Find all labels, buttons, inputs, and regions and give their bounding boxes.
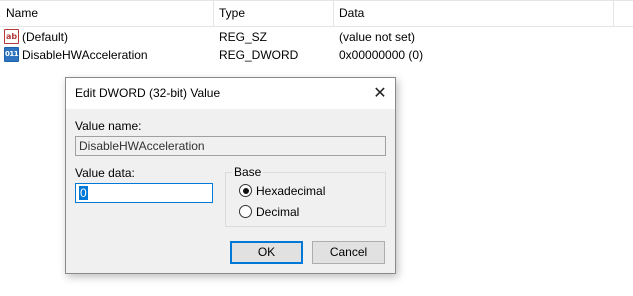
value-data-label: Value data: xyxy=(75,166,135,180)
column-header-name[interactable]: Name xyxy=(0,1,213,26)
close-icon[interactable]: ✕ xyxy=(365,78,395,109)
list-row-disablehwacceleration[interactable]: 011 DisableHWAcceleration REG_DWORD 0x00… xyxy=(0,46,633,64)
edit-dword-dialog: Edit DWORD (32-bit) Value ✕ Value name: … xyxy=(65,77,396,274)
row-type: REG_SZ xyxy=(219,30,268,44)
column-header-data[interactable]: Data xyxy=(333,1,613,26)
row-name: (Default) xyxy=(22,30,69,44)
list-header: Name Type Data xyxy=(0,0,633,27)
radio-checked-icon xyxy=(239,184,252,197)
value-name-field: DisableHWAcceleration xyxy=(75,136,386,156)
dialog-titlebar[interactable]: Edit DWORD (32-bit) Value ✕ xyxy=(66,78,395,109)
value-data-text: 0 xyxy=(79,186,88,200)
row-type: REG_DWORD xyxy=(219,48,299,62)
ok-button[interactable]: OK xyxy=(230,241,303,264)
dialog-title: Edit DWORD (32-bit) Value xyxy=(75,86,221,100)
dword-value-icon: 011 xyxy=(4,47,19,62)
row-data: (value not set) xyxy=(339,30,416,44)
row-data: 0x00000000 (0) xyxy=(339,48,424,62)
value-data-input[interactable]: 0 xyxy=(75,183,213,203)
list-row-default[interactable]: ab (Default) REG_SZ (value not set) xyxy=(0,28,633,46)
cancel-button[interactable]: Cancel xyxy=(312,241,385,264)
base-groupbox xyxy=(225,172,386,227)
base-group-title: Base xyxy=(232,165,264,179)
row-name: DisableHWAcceleration xyxy=(22,48,148,62)
value-name-label: Value name: xyxy=(75,119,142,133)
radio-unchecked-icon xyxy=(239,205,252,218)
column-header-type[interactable]: Type xyxy=(213,1,333,26)
string-value-icon: ab xyxy=(4,29,19,44)
radio-decimal-label: Decimal xyxy=(256,205,300,219)
column-divider[interactable] xyxy=(613,1,614,27)
radio-hexadecimal-label: Hexadecimal xyxy=(256,184,326,198)
